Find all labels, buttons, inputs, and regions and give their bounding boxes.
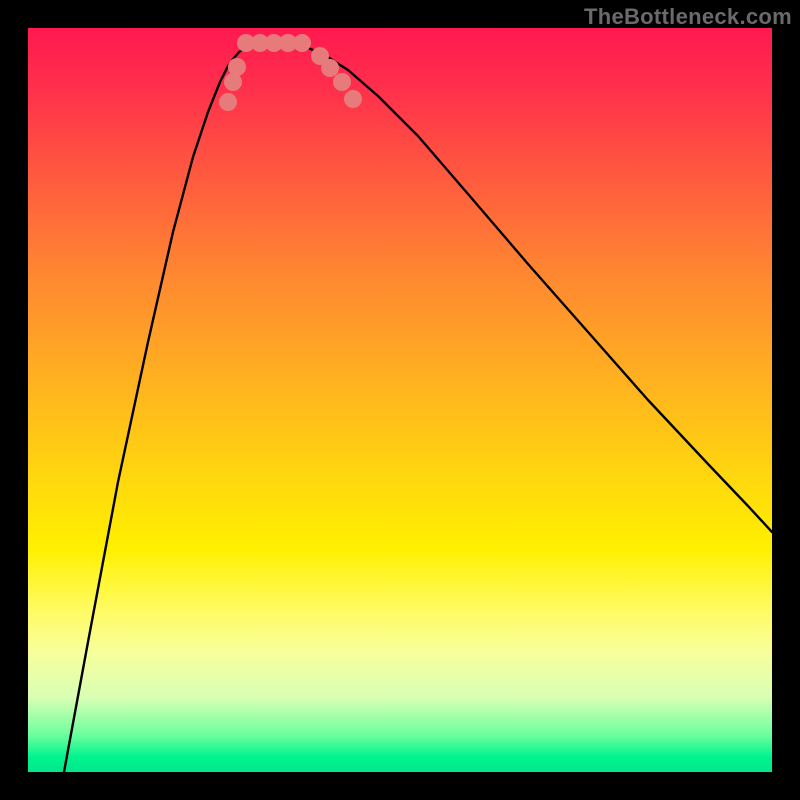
curve-left-curve [64, 43, 284, 772]
marker-point [228, 58, 246, 76]
chart-stage: TheBottleneck.com [0, 0, 800, 800]
marker-point [321, 59, 339, 77]
marker-point [293, 34, 311, 52]
curve-group [64, 43, 772, 772]
marker-point [333, 73, 351, 91]
marker-point [219, 93, 237, 111]
marker-group [219, 34, 362, 111]
watermark-text: TheBottleneck.com [584, 4, 792, 30]
chart-overlay [28, 28, 772, 772]
marker-point [344, 90, 362, 108]
curve-right-curve [284, 43, 772, 532]
plot-area [28, 28, 772, 772]
